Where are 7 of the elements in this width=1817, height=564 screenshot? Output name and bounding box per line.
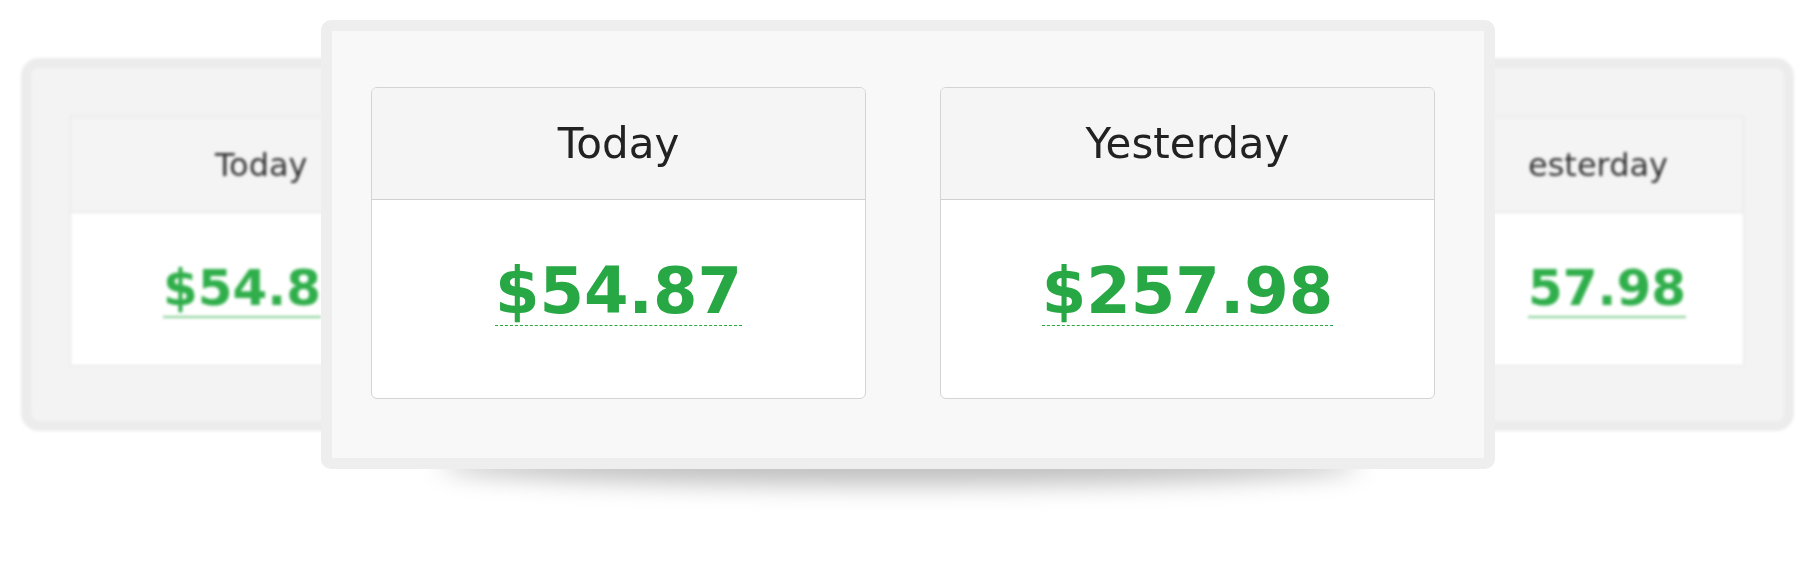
card-title: Today <box>557 118 680 170</box>
card-title: Today <box>215 144 308 186</box>
amount-link[interactable]: $54.87 <box>495 258 742 327</box>
card-title: Yesterday <box>1085 118 1290 170</box>
amount-link[interactable]: $257.98 <box>1041 258 1334 327</box>
amount-link[interactable]: 57.98 <box>1528 260 1687 318</box>
card-title: esterday <box>1528 144 1669 186</box>
